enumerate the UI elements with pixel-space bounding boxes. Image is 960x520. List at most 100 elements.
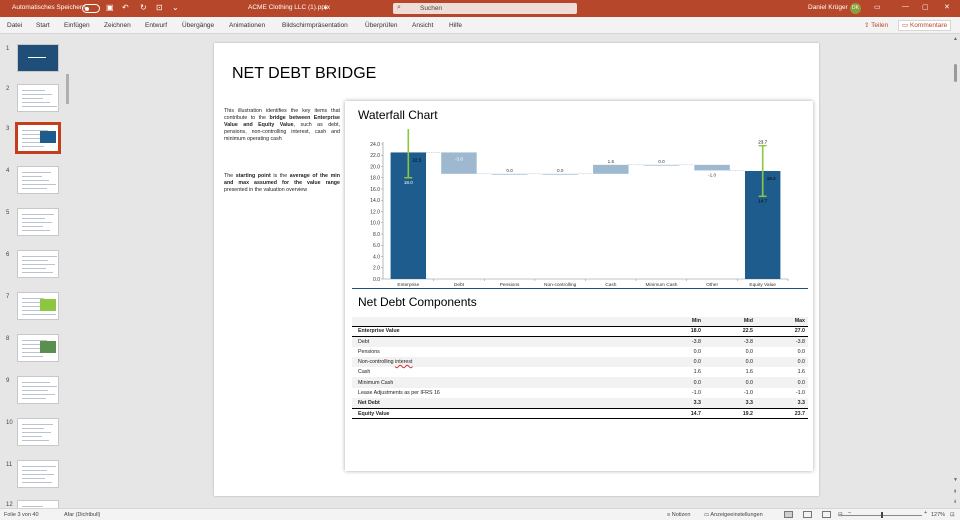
slide-thumbnail[interactable] [17,500,59,508]
cell-mid: -3.8 [704,336,756,347]
slide-thumbnail[interactable] [17,208,59,236]
slide-thumbnail[interactable] [17,44,59,72]
row-label: Cash [358,369,371,376]
thumbnail-number: 11 [6,462,13,468]
table-header-min: Min [652,317,704,327]
slide-thumbnail[interactable] [15,122,61,154]
normal-view-icon[interactable] [784,511,793,518]
search-icon: ⌕ [397,4,401,11]
cell-min: -3.8 [652,336,704,347]
share-button[interactable]: ⇪ Teilen [861,20,891,31]
table-row: Enterprise Value 18.0 22.5 27.0 [352,326,808,337]
zoom-in-icon[interactable]: + [924,510,927,516]
thumbnail-number: 6 [6,252,10,258]
comments-button[interactable]: ▭ Kommentare [898,20,952,31]
range-min-label-ev: 18.0 [404,180,413,185]
data-label-0: 22.5 [412,157,421,162]
slide-sorter-icon[interactable] [803,511,812,518]
scroll-thumb[interactable] [954,64,957,82]
undo-icon[interactable]: ↶ [122,3,129,13]
tab-bildschirmpraesentation[interactable]: Bildschirmpräsentation [282,22,348,29]
avatar[interactable]: DK [850,3,861,14]
slide-thumbnail[interactable] [17,376,59,404]
file-menu-chevron-icon[interactable]: ▾ [324,4,327,12]
reading-view-icon[interactable] [822,511,831,518]
row-label: Minimum Cash [352,377,652,388]
cell-max: 1.6 [797,369,805,376]
redo-icon[interactable]: ↻ [140,3,147,13]
tab-entwurf[interactable]: Entwurf [145,22,167,29]
maximize-icon[interactable]: ▢ [922,3,929,11]
present-icon[interactable]: ⊡ [156,3,163,13]
close-icon[interactable]: ✕ [944,3,950,11]
slide-thumbnail[interactable] [17,418,59,446]
slide-thumbnail[interactable] [17,460,59,488]
table-row: Non-controlling interest 0.0 0.0 0.0 [352,356,808,368]
vertical-scrollbar[interactable]: ▲ ▼ ⇞ ⇟ [951,34,960,508]
cell-mid: 22.5 [704,326,756,337]
tab-hilfe[interactable]: Hilfe [449,22,462,29]
slide-thumbnail[interactable] [17,84,59,112]
row-label-spellcheck: interest [395,359,413,366]
scroll-down-icon[interactable]: ▼ [953,477,958,483]
thumbnail-number: 3 [6,126,10,132]
chart-panel[interactable]: Waterfall Chart 0.0 2.0 4.0 6.0 8.0 10.0 12.0 1… [345,101,813,471]
slide-thumbnail[interactable] [17,334,59,362]
tab-ansicht[interactable]: Ansicht [412,22,433,29]
thumbnail-scrollbar[interactable] [66,74,69,104]
starting-point-text[interactable]: The starting point is the average of the… [224,173,340,194]
description-text[interactable]: This illustration identifies the key ite… [224,108,340,143]
row-label: Lease Adjustments as per IFRS 16 [358,389,440,396]
search-input[interactable]: ⌕ Suchen [393,3,577,14]
prev-slide-icon[interactable]: ⇞ [953,489,957,495]
scroll-up-icon[interactable]: ▲ [953,36,958,42]
y-tick-label: 12.0 [370,209,380,215]
cell-mid: 1.6 [745,369,753,376]
row-label: Net Debt [352,398,652,409]
tab-zeichnen[interactable]: Zeichnen [104,22,131,29]
waterfall-chart[interactable]: 0.0 2.0 4.0 6.0 8.0 10.0 12.0 14.0 16.0 18.0 20.0 2… [345,129,813,289]
table-header-max: Max [756,317,808,327]
slide-title[interactable]: NET DEBT BRIDGE [232,65,376,83]
tab-start[interactable]: Start [36,22,50,29]
cell-min: 1.6 [693,369,701,376]
autosave-toggle[interactable] [82,4,100,13]
data-label-6: -1.0 [708,172,716,177]
display-settings-button[interactable]: ▭ Anzeigeeinstellungen [704,512,763,518]
tab-uebergaenge[interactable]: Übergänge [182,22,214,29]
thumbnail-number: 2 [6,86,10,92]
slide[interactable]: NET DEBT BRIDGE This illustration identi… [214,43,819,496]
customize-icon[interactable]: ⌄ [172,3,179,13]
cell-max: 3.3 [756,398,808,409]
cell-min: 0.0 [652,356,704,368]
tab-einfuegen[interactable]: Einfügen [64,22,90,29]
minimize-icon[interactable]: — [902,3,909,10]
ribbon-display-icon[interactable]: ▭ [874,3,881,11]
slide-thumbnail[interactable] [17,250,59,278]
slide-thumbnail[interactable] [17,292,59,320]
tab-animationen[interactable]: Animationen [229,22,265,29]
slide-thumbnail[interactable] [17,166,59,194]
user-name[interactable]: Daniel Krüger [808,4,848,11]
next-slide-icon[interactable]: ⇟ [953,499,957,505]
tab-datei[interactable]: Datei [7,22,22,29]
fit-to-window-icon[interactable]: ⊡ [950,512,955,518]
cell-max: 0.0 [756,356,808,368]
table-row: Cash 1.6 1.6 1.6 [352,367,808,377]
zoom-slider-thumb[interactable] [881,512,883,518]
cell-mid: 19.2 [704,407,756,420]
y-tick-label: 24.0 [370,142,380,148]
net-debt-components-table[interactable]: Min Mid Max Enterprise Value 18.0 22.5 27.0… [352,317,808,420]
components-title: Net Debt Components [358,295,477,309]
save-icon[interactable]: ▣ [106,3,114,13]
status-bar: Folie 3 von 40 Afar (Dichtbull) ≡ Notize… [0,508,960,520]
notes-button[interactable]: ≡ Notizen [667,512,690,518]
y-tick-label: 16.0 [370,187,380,193]
thumbnail-number: 8 [6,336,10,342]
theme-name: Afar (Dichtbull) [64,512,101,518]
tab-ueberpruefen[interactable]: Überprüfen [365,22,398,29]
zoom-level[interactable]: 127% [931,512,945,518]
y-tick-label: 20.0 [370,164,380,170]
bar-6 [694,164,730,171]
table-header-mid: Mid [704,317,756,327]
